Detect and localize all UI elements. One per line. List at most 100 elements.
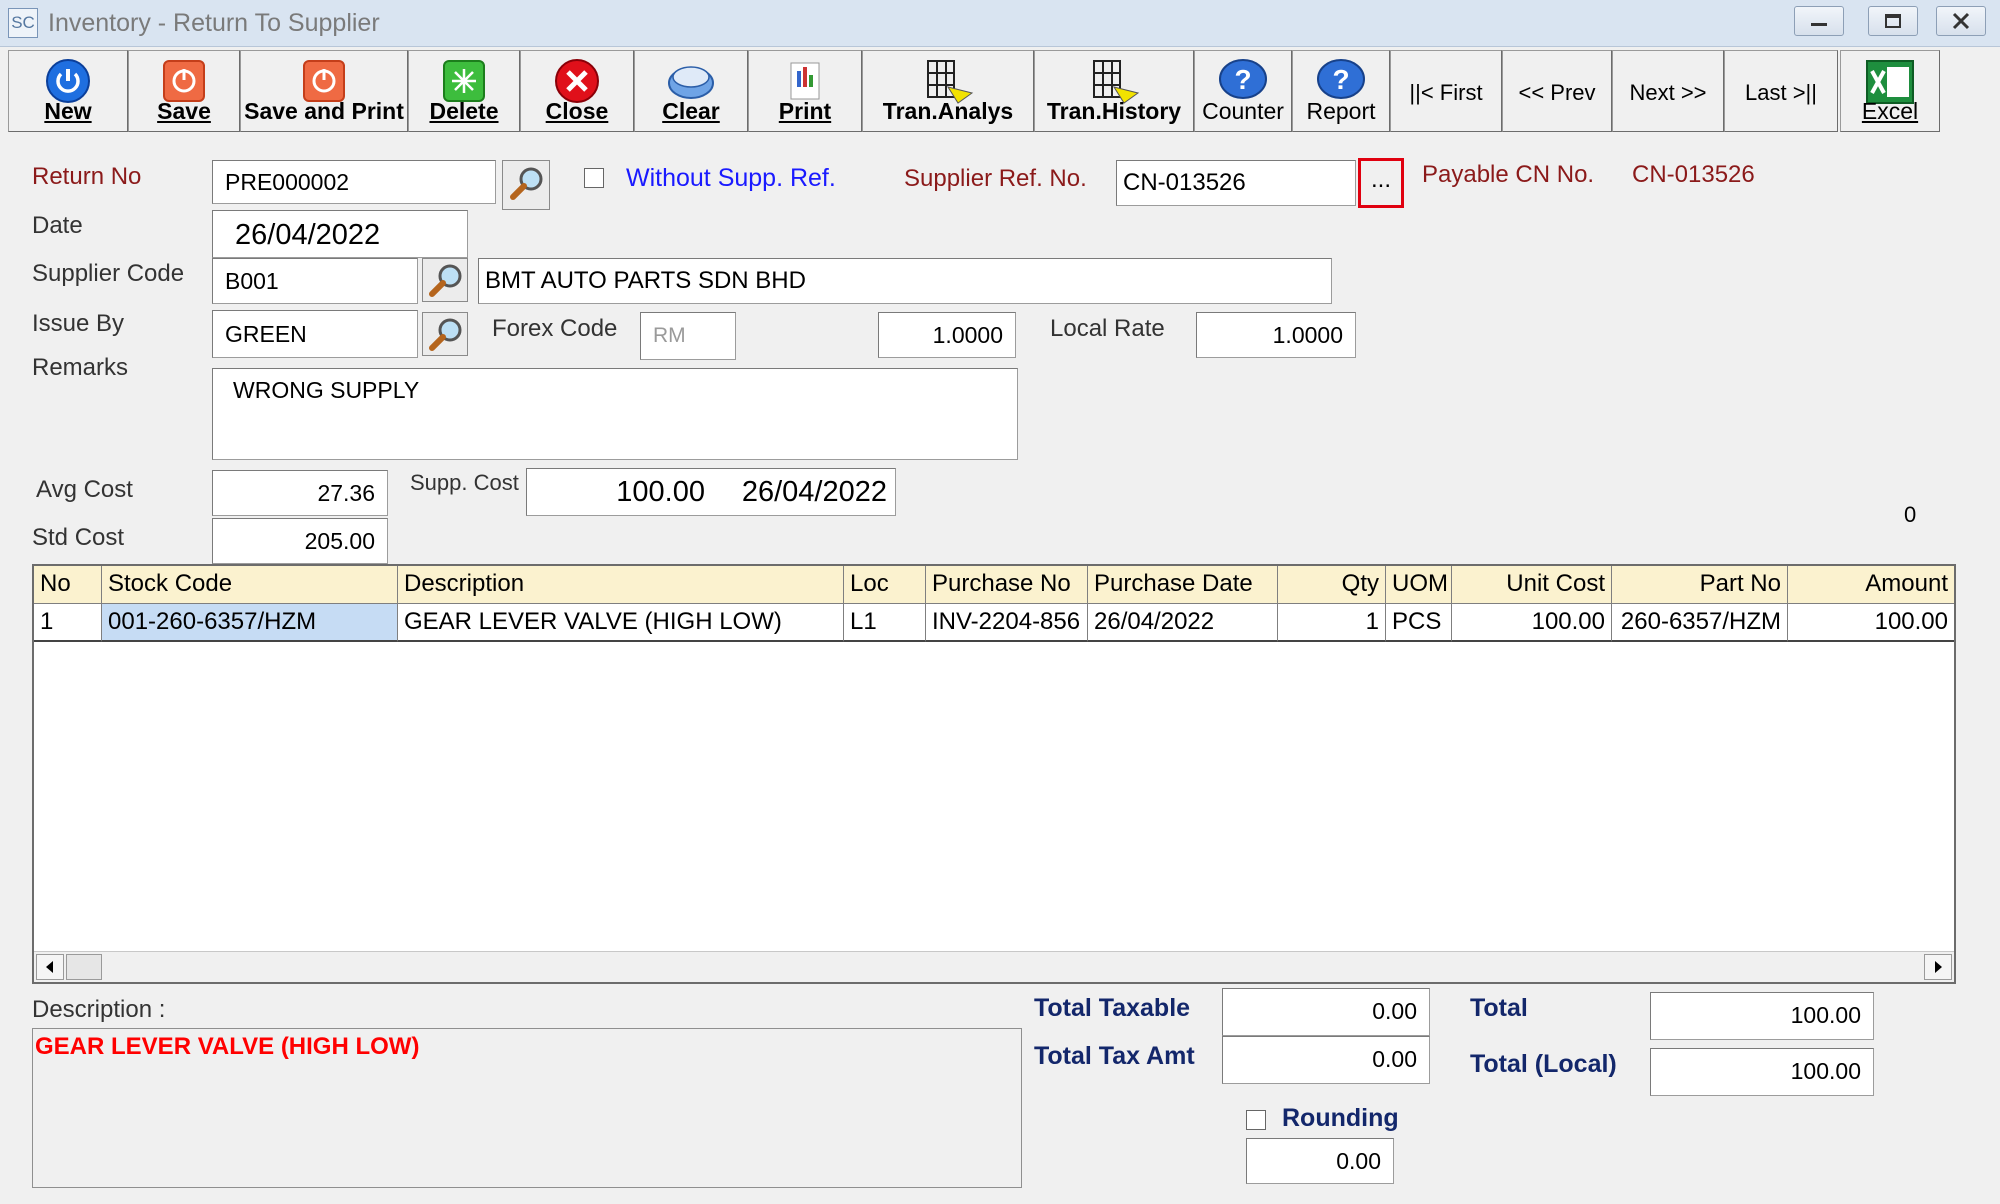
issue-by-field[interactable]: GREEN <box>212 310 418 358</box>
cell-purchase-date[interactable]: 26/04/2022 <box>1088 604 1278 642</box>
col-description[interactable]: Description <box>398 566 844 604</box>
description-text: GEAR LEVER VALVE (HIGH LOW) <box>35 1033 420 1060</box>
forex-code-field[interactable]: RM <box>640 312 736 360</box>
cell-stock-code[interactable]: 001-260-6357/HZM <box>102 604 398 642</box>
new-button[interactable]: New <box>8 50 128 132</box>
first-record-button[interactable]: ||< First <box>1390 50 1502 132</box>
forex-code-label: Forex Code <box>492 315 618 342</box>
payable-cn-label: Payable CN No. <box>1422 161 1595 188</box>
title-bar: SC Inventory - Return To Supplier <box>0 0 2000 47</box>
magnifier-icon <box>429 318 462 351</box>
item-grid[interactable]: No Stock Code Description Loc Purchase N… <box>32 564 1956 984</box>
delete-button[interactable]: Delete <box>408 50 520 132</box>
close-icon <box>1952 12 1970 30</box>
date-field[interactable]: 26/04/2022 <box>212 210 468 258</box>
minimize-icon <box>1811 23 1827 26</box>
col-no[interactable]: No <box>34 566 102 604</box>
tran-analys-button[interactable]: Tran.Analys <box>862 50 1034 132</box>
report-label: Report <box>1306 98 1376 124</box>
supplier-name-field[interactable]: BMT AUTO PARTS SDN BHD <box>478 258 1332 304</box>
col-amount[interactable]: Amount <box>1788 566 1954 604</box>
col-unit-cost[interactable]: Unit Cost <box>1452 566 1612 604</box>
prev-record-button[interactable]: << Prev <box>1502 50 1612 132</box>
rounding-checkbox[interactable] <box>1246 1110 1266 1130</box>
arrow-left-icon <box>46 961 53 973</box>
col-uom[interactable]: UOM <box>1386 566 1452 604</box>
avg-cost-field: 27.36 <box>212 470 388 516</box>
col-stock-code[interactable]: Stock Code <box>102 566 398 604</box>
window-title: Inventory - Return To Supplier <box>48 9 380 37</box>
scroll-left-button[interactable] <box>36 954 64 980</box>
print-label: Print <box>778 98 832 124</box>
excel-button[interactable]: Excel <box>1840 50 1940 132</box>
total-label: Total <box>1470 994 1528 1022</box>
tran-analys-label: Tran.Analys <box>882 98 1014 124</box>
counter-label: Counter <box>1202 98 1284 124</box>
issue-by-search-button[interactable] <box>422 312 468 356</box>
report-button[interactable]: ? Report <box>1292 50 1390 132</box>
save-label: Save <box>157 98 211 124</box>
clear-button[interactable]: Clear <box>634 50 748 132</box>
cell-purchase-no[interactable]: INV-2204-856 <box>926 604 1088 642</box>
col-qty[interactable]: Qty <box>1278 566 1386 604</box>
col-loc[interactable]: Loc <box>844 566 926 604</box>
issue-by-label: Issue By <box>32 310 125 337</box>
payable-cn-value: CN-013526 <box>1632 161 1755 188</box>
without-supp-ref-checkbox[interactable] <box>584 168 604 188</box>
return-no-search-button[interactable] <box>502 160 550 210</box>
save-print-label: Save and Print <box>244 98 404 124</box>
last-record-button[interactable]: Last >|| <box>1724 50 1838 132</box>
save-button[interactable]: Save <box>128 50 240 132</box>
total-field: 100.00 <box>1650 992 1874 1040</box>
scroll-thumb[interactable] <box>66 954 102 980</box>
minimize-button[interactable] <box>1794 6 1844 36</box>
description-label: Description : <box>32 996 166 1023</box>
close-window-button[interactable] <box>1936 6 1986 36</box>
rounding-field[interactable]: 0.00 <box>1246 1138 1394 1184</box>
local-rate-field[interactable]: 1.0000 <box>1196 312 1356 358</box>
supp-cost-value: 100.00 <box>616 476 705 508</box>
supplier-ref-field[interactable]: CN-013526 <box>1116 160 1356 206</box>
cell-amount[interactable]: 100.00 <box>1788 604 1954 642</box>
next-record-button[interactable]: Next >> <box>1612 50 1724 132</box>
col-part-no[interactable]: Part No <box>1612 566 1788 604</box>
restore-button[interactable] <box>1868 6 1918 36</box>
total-taxable-label: Total Taxable <box>1034 994 1191 1022</box>
save-print-button[interactable]: Save and Print <box>240 50 408 132</box>
local-rate-label: Local Rate <box>1050 315 1165 342</box>
counter-button[interactable]: ? Counter <box>1194 50 1292 132</box>
forex-rate-field[interactable]: 1.0000 <box>878 312 1016 358</box>
col-purchase-date[interactable]: Purchase Date <box>1088 566 1278 604</box>
std-cost-label: Std Cost <box>32 524 125 551</box>
supplier-code-field[interactable]: B001 <box>212 258 418 304</box>
date-label: Date <box>32 212 83 239</box>
supp-cost-field: 100.00 26/04/2022 <box>526 468 896 516</box>
horizontal-scrollbar[interactable] <box>34 951 1954 982</box>
remarks-field[interactable]: WRONG SUPPLY <box>212 368 1018 460</box>
close-button[interactable]: Close <box>520 50 634 132</box>
print-button[interactable]: Print <box>748 50 862 132</box>
cell-qty[interactable]: 1 <box>1278 604 1386 642</box>
first-label: ||< First <box>1409 80 1483 105</box>
supplier-ref-browse-button[interactable]: ... <box>1358 158 1404 208</box>
cell-unit-cost[interactable]: 100.00 <box>1452 604 1612 642</box>
cell-uom[interactable]: PCS <box>1386 604 1452 642</box>
supp-cost-label: Supp. Cost <box>410 470 519 495</box>
cell-part-no[interactable]: 260-6357/HZM <box>1612 604 1788 642</box>
restore-icon <box>1885 14 1901 28</box>
col-purchase-no[interactable]: Purchase No <box>926 566 1088 604</box>
scroll-right-button[interactable] <box>1924 954 1952 980</box>
app-icon: SC <box>8 8 38 38</box>
cell-no[interactable]: 1 <box>34 604 102 642</box>
excel-label: Excel <box>1861 98 1919 124</box>
without-supp-ref-label[interactable]: Without Supp. Ref. <box>626 164 836 193</box>
return-no-field[interactable]: PRE000002 <box>212 160 496 204</box>
svg-text:?: ? <box>1234 64 1251 95</box>
cell-loc[interactable]: L1 <box>844 604 926 642</box>
total-taxable-field: 0.00 <box>1222 988 1430 1036</box>
tran-history-button[interactable]: Tran.History <box>1034 50 1194 132</box>
toolbar: New Save Save and Print Delete Close Cle… <box>8 50 1968 134</box>
cell-description[interactable]: GEAR LEVER VALVE (HIGH LOW) <box>398 604 844 642</box>
supplier-search-button[interactable] <box>422 258 468 302</box>
zero-indicator: 0 <box>1904 502 1917 527</box>
